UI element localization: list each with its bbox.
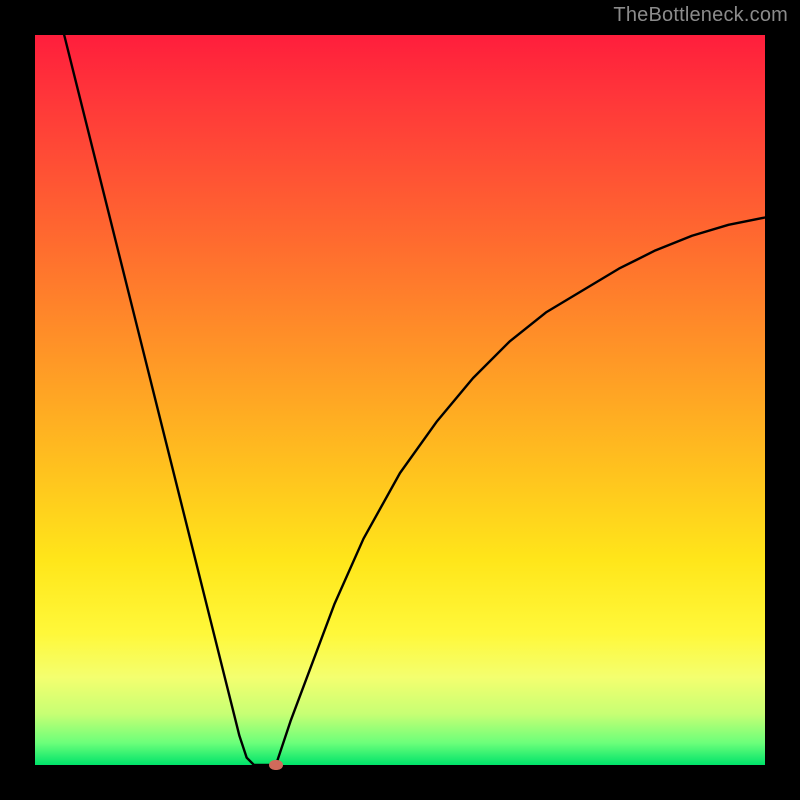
min-marker [269, 760, 283, 770]
bottleneck-curve [64, 35, 765, 765]
plot-area [35, 35, 765, 765]
watermark-text: TheBottleneck.com [613, 4, 788, 27]
chart-frame: TheBottleneck.com [0, 0, 800, 800]
curve-svg [35, 35, 765, 765]
